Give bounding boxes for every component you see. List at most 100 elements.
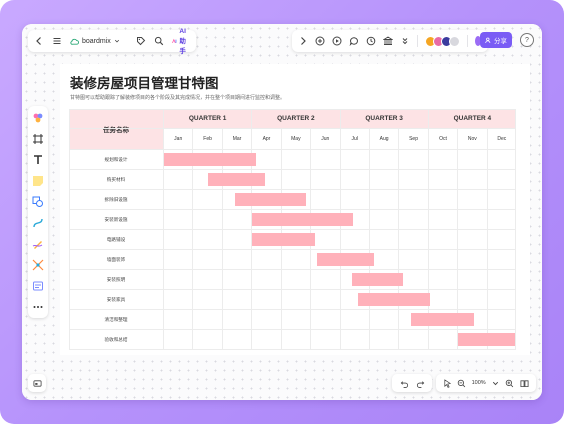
- task-name: 安装新设施: [104, 218, 128, 223]
- zoom-level[interactable]: 100%: [472, 380, 486, 386]
- month-header: May: [281, 129, 311, 149]
- task-name: 电路铺设: [106, 238, 126, 243]
- grid-line: [69, 109, 516, 110]
- month-header: Jan: [164, 129, 193, 149]
- grid-line: [398, 128, 400, 349]
- month-header: Nov: [458, 129, 487, 149]
- grid-line: [163, 109, 164, 349]
- frame-tool-icon[interactable]: [32, 132, 45, 145]
- history-controls: [392, 374, 432, 392]
- document-subtitle: 甘特图可以帮助跟踪了解装修项目的各个阶段及其完成情况，并在整个项目期间进行监控和…: [70, 95, 286, 101]
- quarter-header: QUARTER 4: [428, 109, 516, 128]
- zoom-in-icon[interactable]: [505, 378, 515, 388]
- task-bar[interactable]: [316, 253, 374, 266]
- avatar-more: [448, 35, 460, 47]
- cloud-icon: [70, 38, 79, 45]
- grid-line: [339, 109, 341, 349]
- quarter-header: QUARTER 1: [164, 109, 252, 128]
- book-map-icon[interactable]: [520, 378, 530, 388]
- chevron-down-icon[interactable]: [490, 378, 500, 388]
- task-name: 清洁和整理: [104, 318, 128, 323]
- quarter-header: QUARTER 3: [340, 109, 428, 128]
- menu-icon[interactable]: [52, 35, 62, 47]
- brand-switcher[interactable]: boardmix: [70, 37, 120, 46]
- month-header: Jun: [311, 129, 340, 149]
- sticky-note-icon[interactable]: [32, 174, 45, 187]
- task-bar[interactable]: [252, 213, 354, 226]
- top-left-toolbar: boardmix AI助手: [28, 27, 196, 55]
- chevron-down-icon: [114, 39, 119, 43]
- task-bar[interactable]: [164, 153, 257, 166]
- app-frame: boardmix AI助手 分享 ? 装修房屋项目管理甘特图 甘特图可以帮助跟踪…: [0, 0, 564, 424]
- text-tool-icon[interactable]: [32, 153, 45, 166]
- top-right-toolbar: [292, 30, 488, 52]
- gantt-chart: 任务名称 QUARTER 1 QUARTER 2 QUARTER 3 QUARTER …: [69, 109, 516, 350]
- pen-tool-icon[interactable]: [32, 237, 45, 250]
- ai-logo-icon: [171, 38, 177, 43]
- grid-line: [486, 128, 488, 349]
- task-bar[interactable]: [458, 333, 515, 346]
- month-header: Apr: [252, 129, 281, 149]
- task-name: 安装照明: [106, 278, 126, 283]
- grid-line: [69, 128, 516, 129]
- task-name: 拆除旧设施: [104, 198, 128, 203]
- help-button[interactable]: ?: [520, 33, 534, 47]
- month-header: Mar: [222, 129, 252, 149]
- connector-tool-icon[interactable]: [32, 216, 45, 229]
- expand-chevron-icon[interactable]: [298, 35, 308, 47]
- minimap-icon: [32, 378, 42, 388]
- add-circle-icon[interactable]: [315, 35, 325, 47]
- month-header: Feb: [193, 129, 222, 149]
- ai-tools-icon[interactable]: [32, 111, 45, 124]
- task-bar[interactable]: [208, 173, 265, 186]
- divider: [417, 35, 418, 47]
- mindmap-tool-icon[interactable]: [32, 258, 45, 271]
- task-name: 墙面装饰: [106, 258, 126, 263]
- document-title: 装修房屋项目管理甘特图: [70, 76, 219, 92]
- share-button[interactable]: 分享: [480, 32, 512, 48]
- back-chevron-icon[interactable]: [34, 35, 44, 47]
- month-header: Aug: [369, 129, 399, 149]
- search-icon[interactable]: [154, 35, 164, 47]
- month-header: Jul: [340, 129, 369, 149]
- comment-icon[interactable]: [349, 35, 359, 47]
- user-add-icon: [485, 37, 491, 43]
- grid-line: [251, 109, 253, 349]
- task-name: 验收和总结: [104, 338, 128, 343]
- presentation-play-icon[interactable]: [332, 35, 342, 47]
- task-bar[interactable]: [358, 293, 430, 306]
- ai-assistant-label: AI助手: [179, 27, 186, 55]
- task-name-header: 任务名称: [69, 109, 163, 149]
- zoom-controls: 100%: [436, 374, 536, 392]
- grid-line: [515, 109, 516, 349]
- app-window: boardmix AI助手 分享 ? 装修房屋项目管理甘特图 甘特图可以帮助跟踪…: [22, 24, 542, 400]
- template-tool-icon[interactable]: [32, 279, 45, 292]
- undo-icon[interactable]: [399, 378, 409, 388]
- gantt-document-card[interactable]: 装修房屋项目管理甘特图 甘特图可以帮助跟踪了解装修项目的各个阶段及其完成情况，并…: [60, 64, 530, 355]
- task-name: 安装家具: [106, 298, 126, 303]
- help-label: ?: [525, 36, 529, 44]
- library-icon[interactable]: [383, 35, 393, 47]
- task-bar[interactable]: [411, 313, 474, 326]
- quarter-header: QUARTER 2: [252, 109, 340, 128]
- zoom-out-icon[interactable]: [457, 378, 467, 388]
- month-header: Sep: [399, 129, 428, 149]
- more-chevrons-icon[interactable]: [400, 35, 410, 47]
- task-name: 购买材料: [106, 178, 126, 183]
- more-tools-icon[interactable]: [32, 300, 45, 313]
- ai-assistant-button[interactable]: AI助手: [171, 27, 191, 55]
- task-bar[interactable]: [252, 233, 315, 246]
- redo-icon[interactable]: [415, 378, 425, 388]
- task-bar[interactable]: [352, 273, 404, 286]
- brand-name: boardmix: [82, 37, 111, 45]
- collaborator-avatars[interactable]: [424, 35, 460, 47]
- task-bar[interactable]: [234, 193, 307, 206]
- tag-icon[interactable]: [136, 35, 146, 47]
- shape-tool-icon[interactable]: [32, 195, 45, 208]
- month-header: Dec: [487, 129, 516, 149]
- task-name: 规划和设计: [104, 158, 128, 163]
- minimap-toggle-button[interactable]: [28, 374, 46, 392]
- history-clock-icon[interactable]: [366, 35, 376, 47]
- month-header: Oct: [428, 129, 458, 149]
- cursor-icon[interactable]: [442, 378, 452, 388]
